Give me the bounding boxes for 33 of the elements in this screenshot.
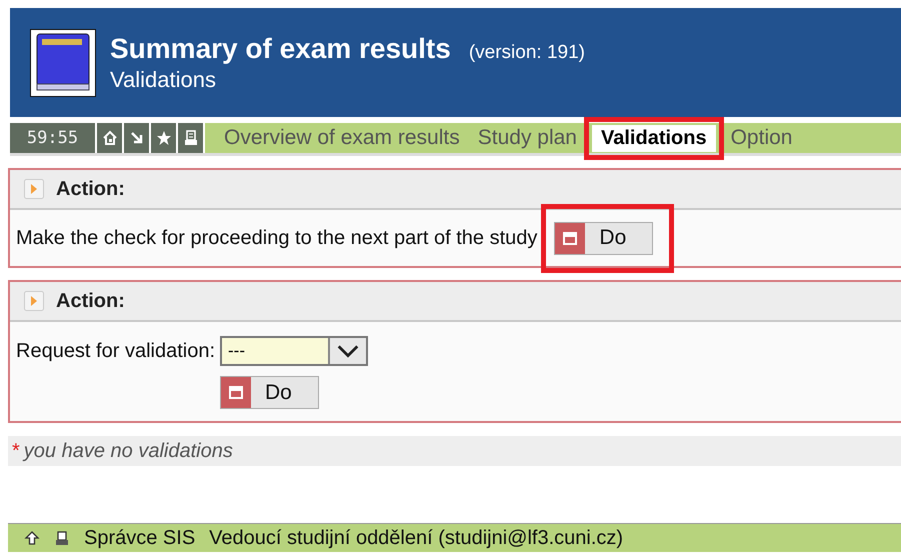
note-text: you have no validations bbox=[24, 440, 233, 462]
tab[interactable]: Overview of exam results bbox=[215, 124, 469, 152]
save-icon bbox=[221, 377, 252, 408]
required-mark: * bbox=[12, 440, 20, 462]
page-subtitle: Validations bbox=[110, 66, 217, 92]
footer-text: Vedoucí studijní oddělení (studijni@lf3.cuni.cz) bbox=[209, 526, 624, 550]
validation-select[interactable]: --- bbox=[220, 336, 368, 366]
play-icon bbox=[24, 179, 44, 199]
play-icon bbox=[24, 291, 44, 311]
panel-title: Action: bbox=[56, 290, 125, 312]
do-button[interactable]: Do bbox=[220, 376, 319, 409]
save-icon bbox=[555, 222, 586, 254]
book-icon bbox=[30, 28, 96, 96]
field-label: Request for validation: bbox=[16, 340, 216, 362]
star-button[interactable] bbox=[151, 123, 178, 153]
tab[interactable]: Study plan bbox=[468, 124, 586, 152]
action-text: Make the check for proceeding to the next part of the study bbox=[16, 226, 538, 250]
version-label: (version: 191) bbox=[468, 42, 585, 64]
tab[interactable]: Validations bbox=[592, 124, 716, 152]
footer-text: Správce SIS bbox=[84, 526, 196, 550]
home-icon bbox=[100, 129, 118, 147]
do-button[interactable]: Do bbox=[554, 222, 654, 254]
star-icon bbox=[154, 129, 172, 147]
home-button[interactable] bbox=[97, 123, 124, 153]
chevron-icon bbox=[328, 338, 366, 364]
printer-button[interactable] bbox=[178, 123, 205, 153]
up-arrow-icon[interactable] bbox=[24, 530, 40, 546]
tab[interactable]: Option bbox=[722, 124, 802, 152]
session-timer: 59:55 bbox=[10, 123, 97, 153]
page-title: Summary of exam results bbox=[110, 32, 451, 64]
printer-icon[interactable] bbox=[54, 530, 70, 546]
panel-title: Action: bbox=[56, 178, 125, 200]
arrow-button[interactable] bbox=[124, 123, 151, 153]
